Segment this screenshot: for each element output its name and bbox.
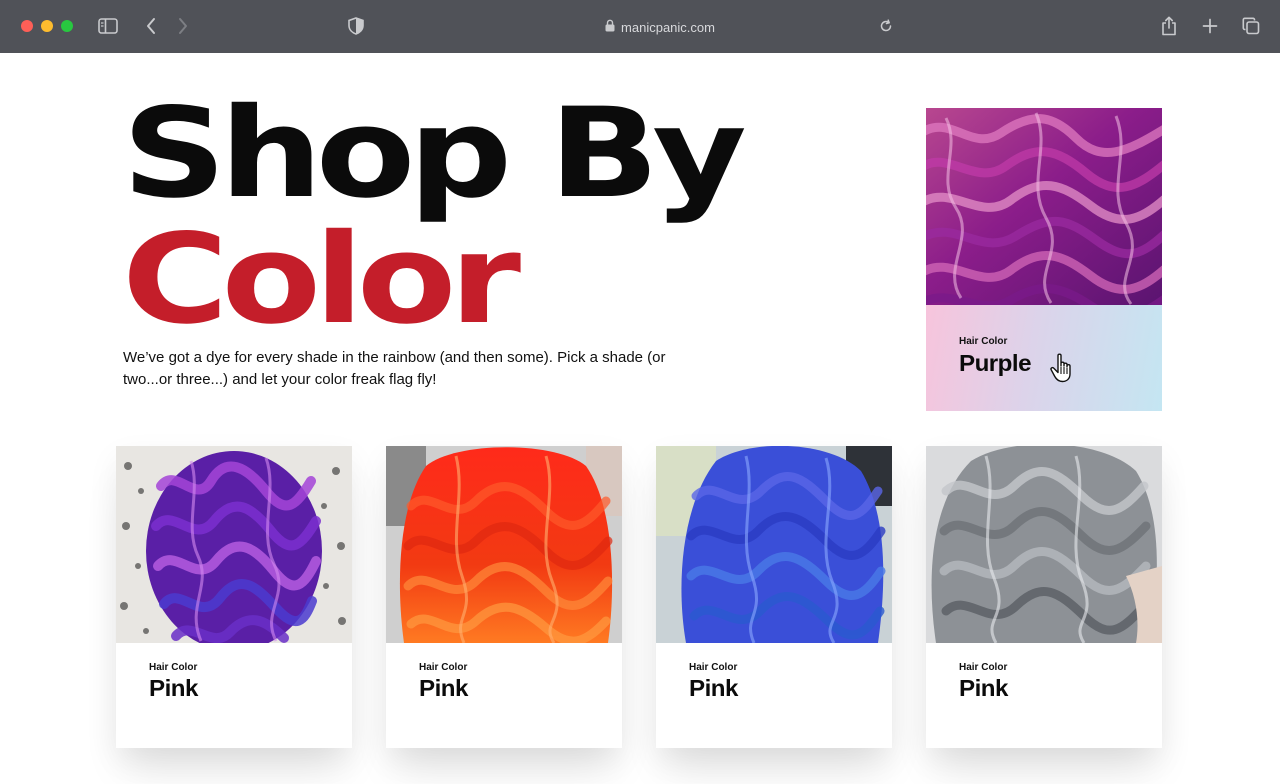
card-kicker: Hair Color — [959, 662, 1008, 673]
card-kicker: Hair Color — [689, 662, 738, 673]
card-label: Hair Color Pink — [386, 643, 622, 748]
hair-image — [116, 446, 352, 643]
card-color-name: Pink — [689, 675, 738, 701]
hand-cursor-icon — [1050, 353, 1071, 383]
back-icon[interactable] — [139, 14, 163, 38]
color-card[interactable]: Hair Color Pink — [386, 446, 622, 748]
hair-image — [386, 446, 622, 643]
address-bar[interactable]: manicpanic.com — [560, 16, 760, 38]
purple-hair-image — [926, 108, 1162, 305]
page-title-line2: Color — [122, 208, 521, 352]
browser-toolbar: manicpanic.com — [0, 0, 1280, 53]
new-tab-icon[interactable] — [1198, 14, 1222, 38]
card-color-name: Pink — [419, 675, 468, 701]
card-label: Hair Color Pink — [926, 643, 1162, 748]
card-label: Hair Color Pink — [656, 643, 892, 748]
url-text: manicpanic.com — [621, 19, 715, 35]
color-card[interactable]: Hair Color Pink — [926, 446, 1162, 748]
card-color-name: Pink — [149, 675, 198, 701]
intro-text: We’ve got a dye for every shade in the r… — [123, 349, 666, 388]
minimize-window-button[interactable] — [41, 20, 53, 32]
forward-icon[interactable] — [171, 14, 195, 38]
hair-image — [656, 446, 892, 643]
close-window-button[interactable] — [21, 20, 33, 32]
color-card[interactable]: Hair Color Pink — [116, 446, 352, 748]
tabs-icon[interactable] — [1239, 14, 1263, 38]
lock-icon — [605, 19, 615, 35]
featured-card-label: Hair Color Purple — [926, 305, 1162, 411]
card-color-name: Purple — [959, 350, 1032, 376]
hair-image — [926, 446, 1162, 643]
card-kicker: Hair Color — [419, 662, 468, 673]
shield-icon[interactable] — [344, 14, 368, 38]
card-kicker: Hair Color — [959, 336, 1008, 347]
featured-color-card-purple[interactable]: Hair Color Purple — [926, 108, 1162, 411]
zoom-window-button[interactable] — [61, 20, 73, 32]
card-color-name: Pink — [959, 675, 1008, 701]
color-card[interactable]: Hair Color Pink — [656, 446, 892, 748]
reload-icon[interactable] — [874, 14, 898, 38]
card-label: Hair Color Pink — [116, 643, 352, 748]
share-icon[interactable] — [1157, 14, 1181, 38]
sidebar-icon[interactable] — [96, 14, 120, 38]
page-title-line1: Shop By — [122, 82, 747, 226]
card-kicker: Hair Color — [149, 662, 198, 673]
